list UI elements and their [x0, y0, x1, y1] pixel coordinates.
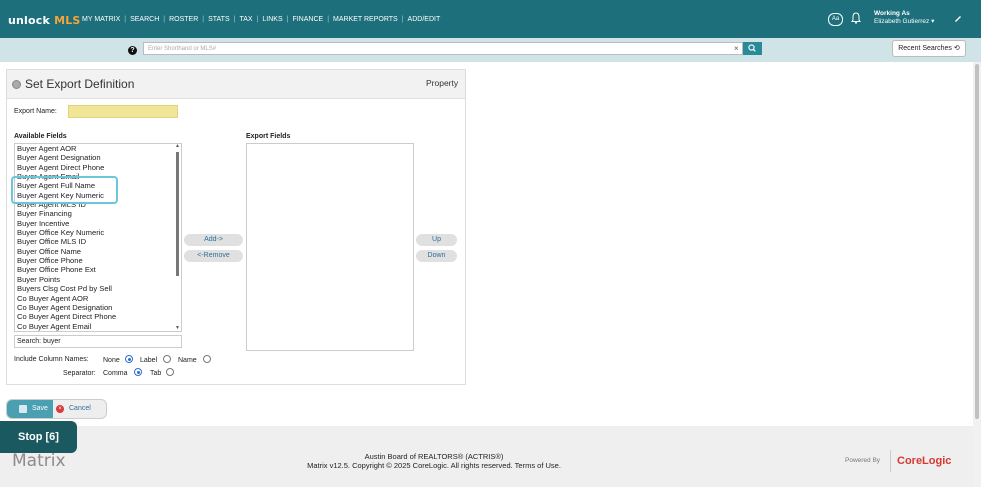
cancel-x-icon: ×	[56, 405, 64, 413]
available-field-option[interactable]: Buyer Office Name	[15, 247, 181, 256]
logo-mls-text: MLS	[54, 14, 81, 27]
nav-links[interactable]: LINKS	[262, 16, 282, 23]
available-field-option[interactable]: Buyer Points	[15, 275, 181, 284]
cancel-button[interactable]: × Cancel	[56, 403, 91, 415]
save-icon	[19, 405, 27, 413]
working-as-title: Working As	[874, 10, 910, 17]
available-field-option[interactable]: Buyer Agent Direct Phone	[15, 163, 181, 172]
available-field-option[interactable]: Buyer Office MLS ID	[15, 237, 181, 246]
add-button[interactable]: Add->	[184, 234, 243, 246]
include-label-radio[interactable]	[163, 355, 171, 363]
separator-comma-radio[interactable]	[134, 368, 142, 376]
available-fields-list[interactable]: Buyer Agent AOR Buyer Agent Designation Bu…	[14, 143, 182, 332]
page-scrollbar-thumb[interactable]	[975, 64, 979, 419]
pencil-icon[interactable]	[953, 14, 963, 24]
nav-add-edit[interactable]: ADD/EDIT	[408, 16, 441, 23]
available-field-option[interactable]: Buyer Agent Designation	[15, 153, 181, 162]
option-name-label: Name	[178, 357, 197, 364]
scroll-down-arrow-icon[interactable]: ▼	[175, 326, 180, 331]
available-field-option[interactable]: Buyer Agent AOR	[15, 144, 181, 153]
cancel-label: Cancel	[69, 405, 91, 412]
available-field-option[interactable]: Co Buyer Agent Designation	[15, 303, 181, 312]
available-field-option[interactable]: Co Buyer Agent Email	[15, 322, 181, 331]
export-definition-panel: Set Export Definition Property Export Na…	[6, 69, 466, 385]
scroll-thumb[interactable]	[176, 152, 179, 276]
available-fields-label: Available Fields	[14, 133, 67, 140]
option-comma-label: Comma	[103, 370, 128, 377]
scroll-up-arrow-icon[interactable]: ▲	[175, 144, 180, 149]
nav-roster[interactable]: ROSTER	[169, 16, 198, 23]
separator-tab-radio[interactable]	[166, 368, 174, 376]
option-label-label: Label	[140, 357, 158, 364]
clear-search-icon[interactable]: ×	[734, 43, 739, 55]
nav-tax[interactable]: TAX	[239, 16, 252, 23]
save-button[interactable]: Save	[7, 400, 53, 418]
move-down-button[interactable]: Down	[416, 250, 457, 262]
available-field-option[interactable]: Buyer Office Phone	[15, 256, 181, 265]
nav-market-reports[interactable]: MARKET REPORTS	[333, 16, 398, 23]
text-size-button[interactable]: Aa	[828, 13, 843, 26]
available-field-option[interactable]: Co Buyer Agent AOR	[15, 294, 181, 303]
separator-label: Separator:	[63, 370, 96, 377]
corelogic-logo: CoreLogic	[890, 450, 951, 472]
bell-icon[interactable]	[851, 12, 861, 24]
panel-title: Set Export Definition	[25, 77, 135, 91]
gear-icon	[12, 80, 21, 89]
available-field-option[interactable]: Buyer Financing	[15, 209, 181, 218]
available-field-option[interactable]: Buyer Office Key Numeric	[15, 228, 181, 237]
stop-button[interactable]: Stop [6]	[0, 421, 77, 453]
include-name-radio[interactable]	[203, 355, 211, 363]
property-label: Property	[426, 78, 459, 88]
selection-highlight	[11, 176, 118, 204]
available-field-option[interactable]: Buyer Incentive	[15, 219, 181, 228]
footer-copyright: Matrix v12.5. Copyright © 2025 CoreLogic…	[0, 461, 868, 471]
logo-unlock-text: unlock	[8, 14, 51, 27]
available-fields-scrollbar[interactable]: ▲ ▼	[175, 144, 180, 331]
export-fields-list[interactable]	[246, 143, 414, 351]
recent-searches-button[interactable]: Recent Searches ⟲	[892, 40, 966, 57]
nav-my-matrix[interactable]: MY MATRIX	[82, 16, 120, 23]
nav-stats[interactable]: STATS	[208, 16, 230, 23]
top-nav: unlock MLS MY MATRIX | SEARCH | ROSTER | ST…	[0, 0, 981, 38]
powered-by-label: Powered By	[845, 457, 881, 464]
nav-finance[interactable]: FINANCE	[292, 16, 323, 23]
field-search-input[interactable]: Search: buyer	[14, 335, 182, 348]
working-as-user: Elizabeth Gutierrez	[874, 18, 930, 25]
history-icon: ⟲	[953, 45, 960, 52]
include-column-names-label: Include Column Names:	[14, 356, 89, 363]
recent-searches-label: Recent Searches	[898, 45, 952, 52]
available-field-option[interactable]: Buyers Clsg Cost Pd by Sell	[15, 284, 181, 293]
export-fields-label: Export Fields	[246, 133, 291, 140]
option-tab-label: Tab	[150, 370, 162, 377]
move-up-button[interactable]: Up	[416, 234, 457, 246]
remove-button[interactable]: <-Remove	[184, 250, 243, 262]
include-none-radio[interactable]	[125, 355, 133, 363]
field-search-label: Search:	[17, 338, 42, 345]
working-as[interactable]: Working As Elizabeth Gutierrez ▾	[874, 10, 934, 26]
available-field-option[interactable]: Buyer Office Phone Ext	[15, 265, 181, 274]
save-label: Save	[32, 405, 48, 412]
magnifier-icon	[748, 44, 756, 52]
export-name-input[interactable]	[68, 105, 178, 118]
caret-down-icon: ▾	[931, 18, 935, 25]
available-field-option[interactable]: Co Buyer Agent Direct Phone	[15, 312, 181, 321]
search-button[interactable]	[743, 42, 762, 55]
shorthand-search-input[interactable]: Enter Shorthand or MLS#	[143, 42, 743, 55]
footer-copyright-text: Matrix v12.5. Copyright © 2025 CoreLogic…	[307, 461, 513, 470]
unlockmls-logo[interactable]: unlock MLS	[8, 14, 81, 27]
field-search-value: buyer	[43, 338, 61, 345]
nav-links: MY MATRIX | SEARCH | ROSTER | STATS | TAX | L…	[82, 16, 441, 23]
export-name-label: Export Name:	[14, 108, 57, 115]
option-none-label: None	[103, 357, 120, 364]
nav-search[interactable]: SEARCH	[130, 16, 159, 23]
panel-header: Set Export Definition Property	[7, 70, 465, 99]
terms-of-use-link[interactable]: Terms of Use.	[515, 461, 561, 470]
help-icon[interactable]: ?	[128, 46, 137, 55]
